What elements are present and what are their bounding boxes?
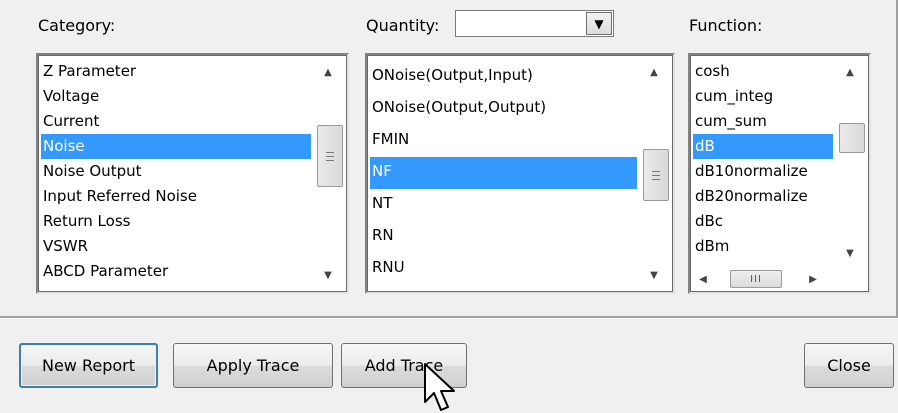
quantity-item-rn[interactable]: RN xyxy=(370,221,640,253)
category-label: Category: xyxy=(38,16,116,35)
function-items: cosh cum_integ cum_sum dB dB10normalize … xyxy=(693,59,833,259)
quantity-label: Quantity: xyxy=(366,16,440,35)
close-button[interactable]: Close xyxy=(804,343,894,388)
scroll-down-icon[interactable]: ▼ xyxy=(637,264,671,286)
category-item-noise[interactable]: Noise xyxy=(41,134,313,159)
function-item-db10normalize[interactable]: dB10normalize xyxy=(693,159,833,184)
function-vscrollbar[interactable]: ▲ ▼ xyxy=(833,57,867,266)
quantity-item-nf[interactable]: NF xyxy=(370,157,640,189)
function-item-db[interactable]: dB xyxy=(693,134,833,159)
category-item-current[interactable]: Current xyxy=(41,109,313,134)
function-item-dbm[interactable]: dBm xyxy=(693,234,833,259)
scroll-thumb[interactable] xyxy=(317,125,343,187)
category-scrollbar[interactable]: ▲ ▼ xyxy=(311,57,345,290)
function-hscrollbar[interactable]: ◀ III ▶ xyxy=(692,268,835,290)
function-item-db20normalize[interactable]: dB20normalize xyxy=(693,184,833,209)
function-item-dbc[interactable]: dBc xyxy=(693,209,833,234)
scroll-up-icon[interactable]: ▲ xyxy=(311,61,345,83)
quantity-item-onoise-output-input[interactable]: ONoise(Output,Input) xyxy=(370,61,640,93)
scroll-up-icon[interactable]: ▲ xyxy=(833,61,867,83)
function-listbox[interactable]: cosh cum_integ cum_sum dB dB10normalize … xyxy=(688,53,871,294)
scroll-thumb[interactable] xyxy=(643,149,669,201)
scroll-right-icon[interactable]: ▶ xyxy=(802,268,824,290)
new-report-button[interactable]: New Report xyxy=(19,343,158,388)
function-item-cum-sum[interactable]: cum_sum xyxy=(693,109,833,134)
scroll-up-icon[interactable]: ▲ xyxy=(637,61,671,83)
category-item-vswr[interactable]: VSWR xyxy=(41,234,313,259)
hscroll-thumb[interactable]: III xyxy=(730,270,782,288)
category-item-abcd-parameter[interactable]: ABCD Parameter xyxy=(41,259,313,284)
category-items: Z Parameter Voltage Current Noise Noise … xyxy=(41,59,313,284)
scroll-down-icon[interactable]: ▼ xyxy=(311,264,345,286)
category-item-z-parameter[interactable]: Z Parameter xyxy=(41,59,313,84)
mouse-cursor-icon xyxy=(424,363,455,411)
quantity-listbox[interactable]: ONoise(Output,Input) ONoise(Output,Outpu… xyxy=(365,53,675,294)
scroll-thumb[interactable] xyxy=(839,123,865,153)
dropdown-arrow-icon[interactable]: ▼ xyxy=(586,12,612,35)
function-item-cum-integ[interactable]: cum_integ xyxy=(693,84,833,109)
category-item-voltage[interactable]: Voltage xyxy=(41,84,313,109)
quantity-item-nt[interactable]: NT xyxy=(370,189,640,221)
scroll-down-icon[interactable]: ▼ xyxy=(833,242,867,264)
category-listbox[interactable]: Z Parameter Voltage Current Noise Noise … xyxy=(36,53,349,294)
quantity-item-yopt[interactable]: YOPT xyxy=(370,285,640,292)
quantity-items: ONoise(Output,Input) ONoise(Output,Outpu… xyxy=(370,61,640,292)
quantity-item-onoise-output-output[interactable]: ONoise(Output,Output) xyxy=(370,93,640,125)
scroll-left-icon[interactable]: ◀ xyxy=(692,268,714,290)
quantity-scrollbar[interactable]: ▲ ▼ xyxy=(637,57,671,290)
quantity-item-rnu[interactable]: RNU xyxy=(370,253,640,285)
category-item-input-referred-noise[interactable]: Input Referred Noise xyxy=(41,184,313,209)
function-label: Function: xyxy=(689,16,763,35)
quantity-combobox[interactable]: ▼ xyxy=(455,10,614,37)
category-item-noise-output[interactable]: Noise Output xyxy=(41,159,313,184)
category-item-return-loss[interactable]: Return Loss xyxy=(41,209,313,234)
function-item-cosh[interactable]: cosh xyxy=(693,59,833,84)
quantity-item-fmin[interactable]: FMIN xyxy=(370,125,640,157)
apply-trace-button[interactable]: Apply Trace xyxy=(173,343,333,388)
